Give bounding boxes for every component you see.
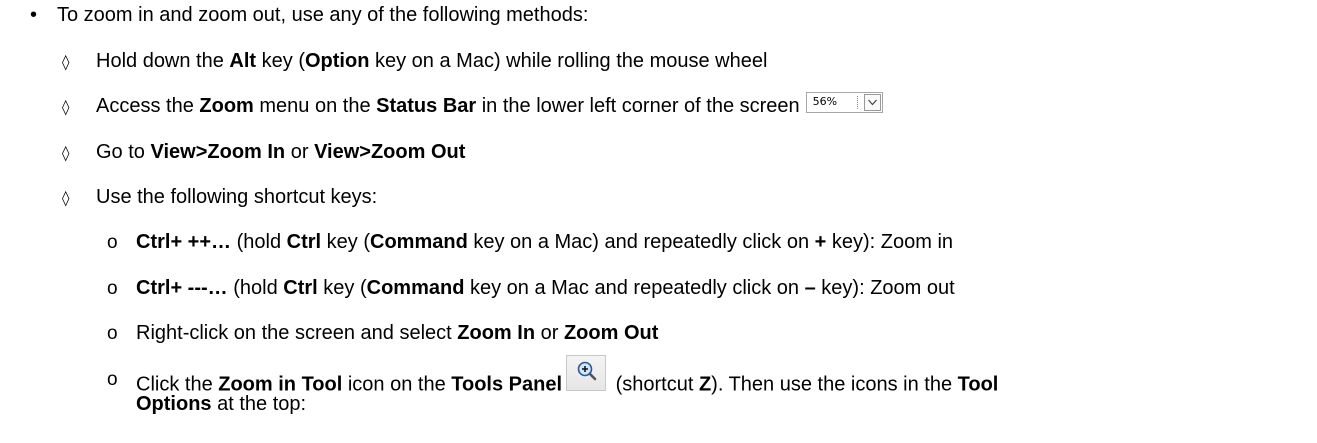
method-view-menu: Go to View>Zoom In or View>Zoom Out [96,141,466,163]
circle-marker: o [107,278,118,299]
method-alt-wheel: Hold down the Alt key (Option key on a M… [96,50,768,72]
circle-marker: o [107,369,118,390]
bullet-marker: • [30,4,38,26]
magnifier-plus-icon[interactable] [566,355,607,391]
method-shortcuts: Use the following shortcut keys: [96,186,378,208]
shortcut-zoom-in: Ctrl+ ++… (hold Ctrl key (Command key on… [136,231,954,253]
intro-text: To zoom in and zoom out, use any of the … [57,4,589,26]
right-click-zoom: Right-click on the screen and select Zoo… [136,322,659,344]
diamond-marker: ◊ [62,98,70,116]
shortcut-zoom-out: Ctrl+ ---… (hold Ctrl key (Command key o… [136,277,955,299]
circle-marker: o [107,232,118,253]
chevron-down-icon[interactable] [863,94,881,112]
grip-divider [856,96,859,110]
zoom-dropdown[interactable]: 56% [805,92,883,114]
diamond-marker: ◊ [62,144,70,162]
zoom-tool-instruction-cont: Options at the top: [136,393,307,415]
diamond-marker: ◊ [62,189,70,207]
circle-marker: o [107,323,118,344]
method-status-bar: Access the Zoom menu on the Status Bar i… [96,92,883,118]
diamond-marker: ◊ [62,53,70,71]
zoom-value: 56% [812,95,838,109]
